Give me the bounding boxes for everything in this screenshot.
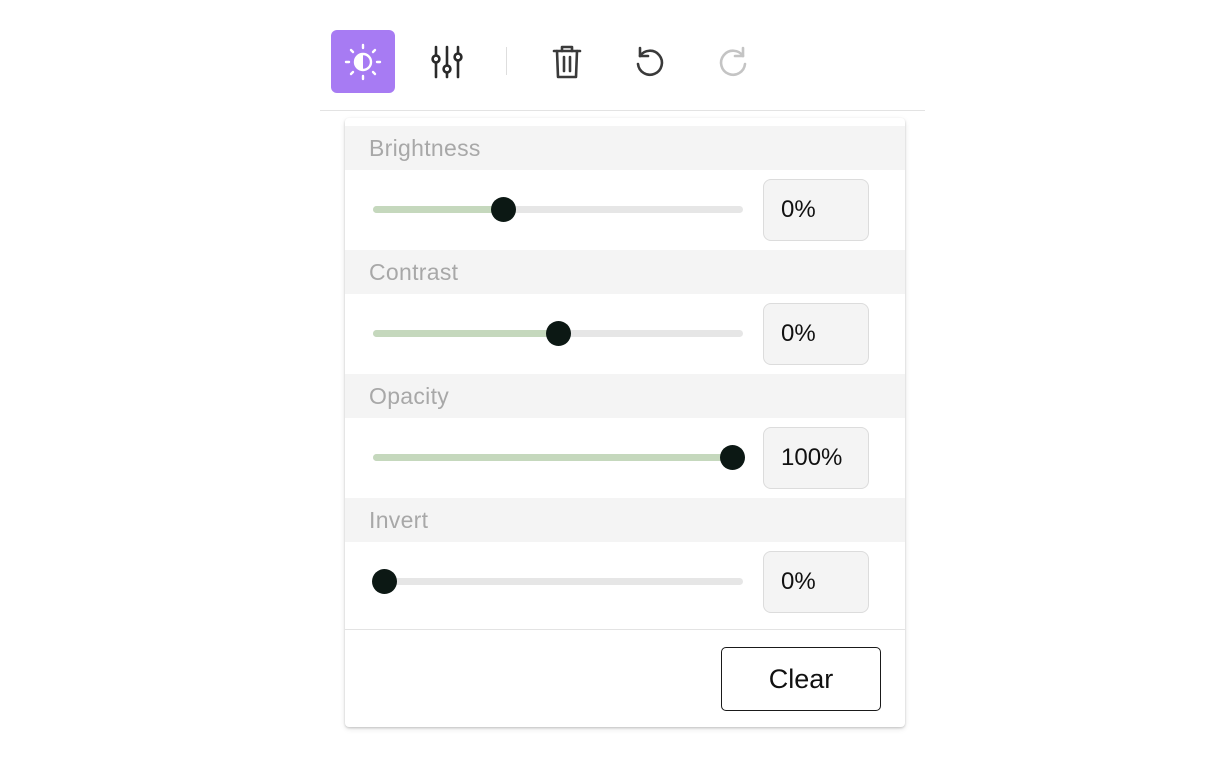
contrast-value-input[interactable]: 0% [763, 303, 869, 365]
redo-button[interactable] [701, 30, 765, 93]
invert-slider-thumb[interactable] [372, 569, 398, 594]
filters-button[interactable] [415, 30, 479, 93]
contrast-slider-fill [373, 330, 558, 337]
brightness-label: Brightness [345, 126, 905, 170]
opacity-slider-fill [373, 454, 732, 461]
opacity-slider-thumb[interactable] [719, 445, 745, 470]
brightness-contrast-icon [344, 43, 382, 80]
opacity-value-input[interactable]: 100% [763, 427, 869, 489]
toolbar-divider [506, 47, 507, 75]
delete-button[interactable] [535, 30, 599, 93]
brightness-slider-fill [373, 206, 503, 213]
opacity-label: Opacity [345, 374, 905, 418]
editor-toolbar [320, 0, 925, 111]
brightness-slider[interactable] [373, 197, 743, 222]
trash-icon [552, 45, 582, 78]
invert-value-input[interactable]: 0% [763, 551, 869, 613]
clear-button[interactable]: Clear [721, 647, 881, 711]
panel-footer-divider [345, 629, 905, 630]
contrast-label: Contrast [345, 250, 905, 294]
brightness-value-input[interactable]: 0% [763, 179, 869, 241]
contrast-slider[interactable] [373, 321, 743, 346]
brightness-slider-thumb[interactable] [490, 197, 516, 222]
invert-label: Invert [345, 498, 905, 542]
contrast-slider-thumb[interactable] [546, 321, 571, 346]
invert-slider[interactable] [372, 569, 743, 594]
undo-button[interactable] [618, 30, 682, 93]
undo-icon [636, 46, 664, 76]
sliders-icon [431, 45, 463, 78]
adjustments-button[interactable] [331, 30, 395, 93]
adjustments-panel: Brightness 0% Contrast 0% Opacity 100% I… [345, 118, 905, 727]
opacity-slider[interactable] [373, 445, 745, 470]
redo-icon [719, 46, 747, 76]
